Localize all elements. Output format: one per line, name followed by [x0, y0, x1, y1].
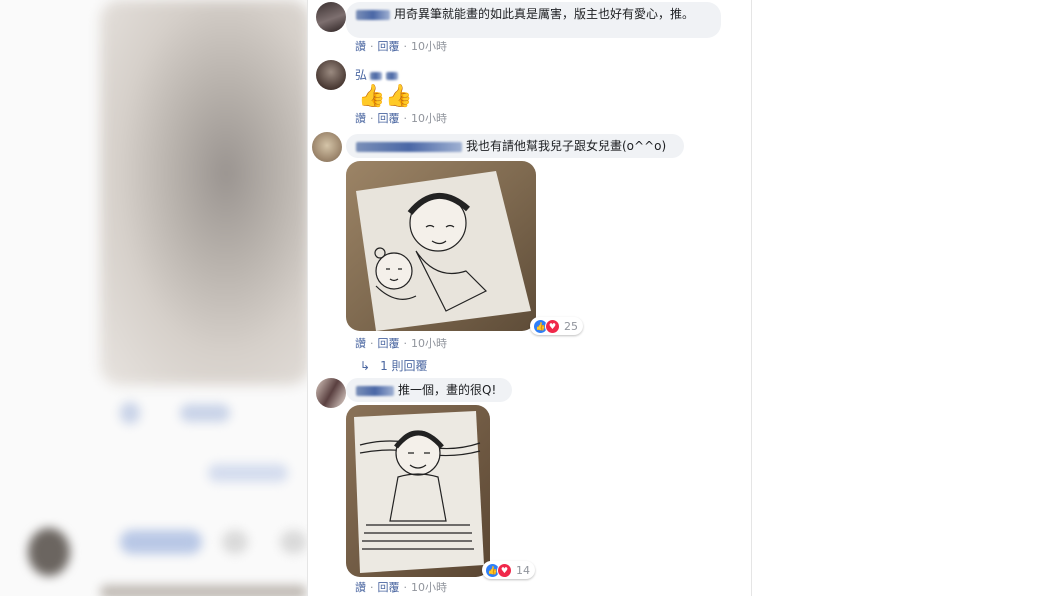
comment-actions: 讚 · 回覆 · 10小時 — [355, 337, 447, 350]
like-link[interactable]: 讚 — [355, 40, 366, 53]
side-panel-right — [752, 0, 1060, 596]
like-link[interactable]: 讚 — [355, 112, 366, 125]
view-replies-link[interactable]: ↳ 1 則回覆 — [360, 357, 428, 374]
blurred-element — [208, 464, 288, 482]
reply-link[interactable]: 回覆 — [378, 112, 400, 125]
like-link[interactable]: 讚 — [355, 337, 366, 350]
comment-bubble: 我也有請他幫我兒子跟女兒畫(o^^o) — [346, 134, 684, 158]
blurred-background-left — [0, 0, 307, 596]
love-reaction-icon: ♥ — [497, 562, 512, 578]
timestamp[interactable]: 10小時 — [411, 112, 447, 125]
timestamp[interactable]: 10小時 — [411, 581, 447, 594]
blurred-element — [28, 528, 70, 576]
blurred-element — [120, 402, 140, 424]
blurred-element — [100, 585, 307, 596]
timestamp[interactable]: 10小時 — [411, 337, 447, 350]
blurred-element — [180, 404, 230, 422]
comment-actions: 讚 · 回覆 · 10小時 — [355, 112, 447, 125]
commenter-name[interactable] — [356, 9, 390, 20]
reaction-summary[interactable]: 👍 ♥ 25 — [530, 317, 583, 335]
avatar[interactable] — [312, 132, 342, 162]
comment-bubble: 推一個，畫的很Q! — [346, 378, 512, 402]
comment-photo-kids-drawing[interactable] — [346, 161, 536, 331]
reaction-count: 14 — [516, 563, 530, 577]
reaction-summary[interactable]: 👍 ♥ 14 — [482, 561, 535, 579]
thumbs-up-emoji-icon: 👍👍 — [358, 84, 413, 109]
comment-text: 用奇異筆就能畫的如此真是厲害，版主也好有愛心，推。 — [394, 7, 695, 21]
reaction-count: 25 — [564, 319, 578, 333]
comment-actions: 讚 · 回覆 · 10小時 — [355, 581, 447, 594]
comment-text: 推一個，畫的很Q! — [398, 383, 497, 397]
avatar[interactable] — [316, 2, 346, 32]
blurred-element — [280, 530, 307, 554]
love-reaction-icon: ♥ — [545, 318, 560, 334]
reply-arrow-icon: ↳ — [360, 359, 371, 373]
drawing-image — [346, 405, 490, 577]
commenter-name[interactable] — [356, 385, 394, 396]
blurred-element — [222, 530, 248, 554]
timestamp[interactable]: 10小時 — [411, 40, 447, 53]
commenter-name[interactable] — [356, 141, 462, 152]
comment-actions: 讚 · 回覆 · 10小時 — [355, 40, 447, 53]
blurred-element — [120, 530, 202, 554]
drawing-image — [346, 161, 536, 331]
comment-feed: 用奇異筆就能畫的如此真是厲害，版主也好有愛心，推。 讚 · 回覆 · 10小時 弘 👍👍… — [307, 0, 752, 596]
avatar[interactable] — [316, 60, 346, 90]
avatar[interactable] — [316, 378, 346, 408]
comment-bubble: 用奇異筆就能畫的如此真是厲害，版主也好有愛心，推。 — [346, 2, 721, 38]
comment-text: 我也有請他幫我兒子跟女兒畫(o^^o) — [466, 139, 667, 153]
comment-photo-girl-drawing[interactable] — [346, 405, 490, 577]
comment-author[interactable]: 弘 — [355, 66, 402, 83]
reply-link[interactable]: 回覆 — [378, 337, 400, 350]
like-link[interactable]: 讚 — [355, 581, 366, 594]
reply-link[interactable]: 回覆 — [378, 40, 400, 53]
reply-link[interactable]: 回覆 — [378, 581, 400, 594]
blurred-photo — [100, 0, 307, 385]
